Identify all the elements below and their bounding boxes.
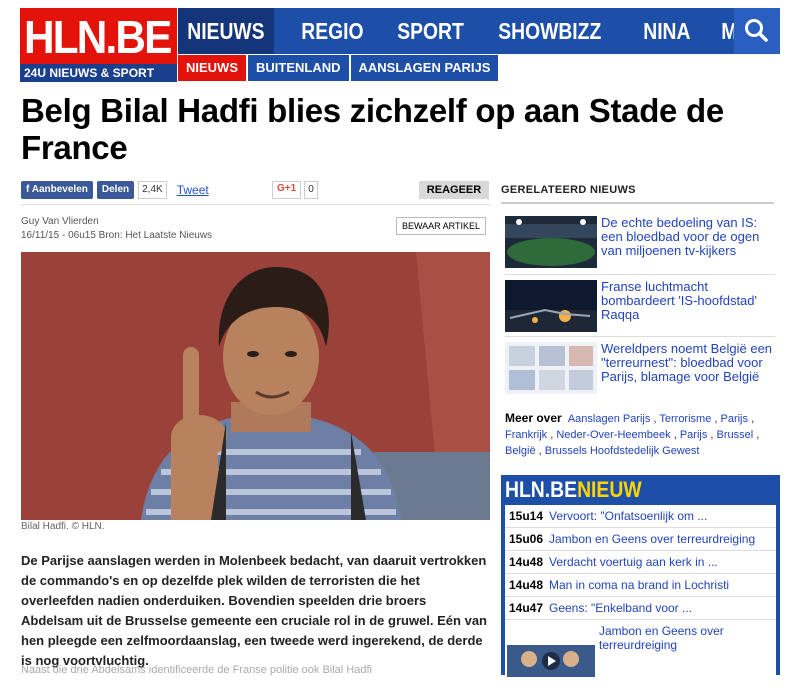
- latest-news-title-brand: HLN.BE: [505, 477, 578, 502]
- nav-item-showbizz[interactable]: SHOWBIZZ: [489, 8, 611, 54]
- tag-link[interactable]: Parijs: [680, 429, 708, 441]
- news-title: Vervoort: "Onfatsoenlijk om ...: [549, 509, 708, 523]
- breadcrumb-item-aanslagen-parijs[interactable]: AANSLAGEN PARIJS: [350, 55, 499, 81]
- news-time: 15u14: [509, 509, 544, 523]
- gplus-count: 0: [304, 181, 318, 199]
- nav-item-regio[interactable]: REGIO: [292, 8, 373, 54]
- list-item[interactable]: 15u14 Vervoort: "Onfatsoenlijk om ...: [505, 505, 776, 528]
- latest-news-list: 15u14 Vervoort: "Onfatsoenlijk om ... 15u…: [505, 505, 776, 677]
- related-item[interactable]: De echte bedoeling van IS: een bloedbad …: [505, 216, 775, 268]
- portrait-image: [21, 252, 490, 520]
- save-article-button[interactable]: BEWAAR ARTIKEL: [396, 217, 487, 235]
- search-icon: [745, 19, 768, 42]
- article-photo: [21, 252, 490, 520]
- latest-news-title: HLN.BENIEUW: [505, 477, 642, 503]
- divider: [505, 336, 775, 337]
- list-item[interactable]: 15u06 Jambon en Geens over terreurdreigin…: [505, 528, 776, 551]
- search-button[interactable]: [734, 8, 780, 54]
- facebook-like-button[interactable]: f Aanbevelen: [21, 181, 93, 199]
- tag-list-label: Meer over: [505, 411, 562, 425]
- related-thumbnail-stadium: [505, 216, 597, 268]
- divider: [505, 274, 775, 275]
- news-title: Jambon en Geens over terreurdreiging: [549, 532, 756, 546]
- author-name: Guy Van Vlierden: [21, 216, 99, 227]
- tag-link[interactable]: Terrorisme: [659, 413, 711, 425]
- tag-link[interactable]: België: [505, 445, 536, 457]
- related-item[interactable]: Wereldpers noemt België een "terreurnest…: [505, 342, 775, 394]
- video-thumbnail[interactable]: [507, 645, 595, 677]
- tag-list: Meer over Aanslagen Parijs , Terrorisme …: [505, 411, 760, 457]
- article-next-line: Naast die drie Abdelsams identificeerde …: [21, 664, 372, 676]
- news-time: 14u48: [509, 555, 544, 569]
- logo-tagline: 24U NIEUWS & SPORT: [20, 64, 177, 82]
- news-title: Man in coma na brand in Lochristi: [549, 578, 730, 592]
- related-thumbnail-jets: [505, 280, 597, 332]
- latest-news-title-label: NIEUW: [577, 477, 642, 502]
- news-title: Verdacht voertuig aan kerk in ...: [549, 555, 718, 569]
- news-time: 14u47: [509, 601, 544, 615]
- related-divider: [501, 202, 774, 204]
- list-item[interactable]: 14u47 Geens: "Enkelband voor ...: [505, 597, 776, 620]
- nav-item-nieuws[interactable]: NIEUWS: [178, 8, 274, 54]
- news-title: Geens: "Enkelband voor ...: [549, 601, 693, 615]
- news-time: 15u06: [509, 532, 544, 546]
- facebook-share-button[interactable]: Delen: [96, 181, 135, 199]
- article-lead: De Parijse aanslagen werden in Molenbeek…: [21, 553, 487, 668]
- byline: Guy Van Vlierden 16/11/15 - 06u15 Bron: …: [21, 215, 212, 243]
- breadcrumb-item-buitenland[interactable]: BUITENLAND: [248, 55, 349, 81]
- news-time: 14u48: [509, 578, 544, 592]
- related-item-title: Franse luchtmacht bombardeert 'IS-hoofds…: [601, 279, 757, 322]
- tag-link[interactable]: Neder-Over-Heembeek: [556, 429, 670, 441]
- tag-link[interactable]: Brussels Hoofdstedelijk Gewest: [545, 445, 700, 457]
- share-bar: f Aanbevelen Delen 2,4K Tweet: [21, 180, 209, 200]
- photo-caption: Bilal Hadfi. © HLN.: [21, 521, 105, 532]
- nav-item-sport[interactable]: SPORT: [388, 8, 473, 54]
- article-title: Belg Bilal Hadfi blies zichzelf op aan S…: [21, 92, 724, 166]
- divider: [21, 204, 490, 205]
- news-title: Jambon en Geens over terreurdreiging: [599, 624, 724, 652]
- tag-link[interactable]: Aanslagen Parijs: [568, 413, 651, 425]
- logo-text: HLN.BE: [24, 11, 172, 63]
- site-header: HLN.BE 24U NIEUWS & SPORT NIEUWS REGIO S…: [20, 8, 808, 82]
- main-nav: NIEUWS REGIO SPORT SHOWBIZZ NINA MEER HL…: [178, 8, 808, 54]
- related-item[interactable]: Franse luchtmacht bombardeert 'IS-hoofds…: [505, 280, 775, 332]
- facebook-like-label: Aanbevelen: [31, 184, 88, 195]
- share-count: 2,4K: [138, 181, 167, 199]
- site-logo[interactable]: HLN.BE 24U NIEUWS & SPORT: [20, 8, 177, 82]
- list-item[interactable]: 14u48 Man in coma na brand in Lochristi: [505, 574, 776, 597]
- list-item[interactable]: 14u48 Verdacht voertuig aan kerk in ...: [505, 551, 776, 574]
- gplus-group: G+1 0: [272, 181, 318, 199]
- gplus-button[interactable]: G+1: [272, 181, 302, 199]
- related-thumbnail-newspapers: [505, 342, 597, 394]
- reageer-button[interactable]: REAGEER: [419, 181, 489, 199]
- tag-link[interactable]: Frankrijk: [505, 429, 547, 441]
- tweet-button[interactable]: Tweet: [177, 183, 209, 197]
- nav-item-nina[interactable]: NINA: [634, 8, 700, 54]
- related-item-title: De echte bedoeling van IS: een bloedbad …: [601, 215, 760, 258]
- related-item-title: Wereldpers noemt België een "terreurnest…: [601, 341, 773, 384]
- related-heading: GERELATEERD NIEUWS: [501, 184, 636, 196]
- tag-link[interactable]: Brussel: [717, 429, 754, 441]
- breadcrumb-item-nieuws[interactable]: NIEUWS: [178, 55, 246, 81]
- dateline: 16/11/15 - 06u15 Bron: Het Laatste Nieuw…: [21, 230, 213, 241]
- tag-link[interactable]: Parijs: [721, 413, 749, 425]
- page: HLN.BE 24U NIEUWS & SPORT NIEUWS REGIO S…: [0, 0, 808, 694]
- breadcrumb: NIEUWS BUITENLAND AANSLAGEN PARIJS: [178, 55, 501, 81]
- latest-news-box: HLN.BENIEUW 15u14 Vervoort: "Onfatsoenlij…: [501, 475, 780, 677]
